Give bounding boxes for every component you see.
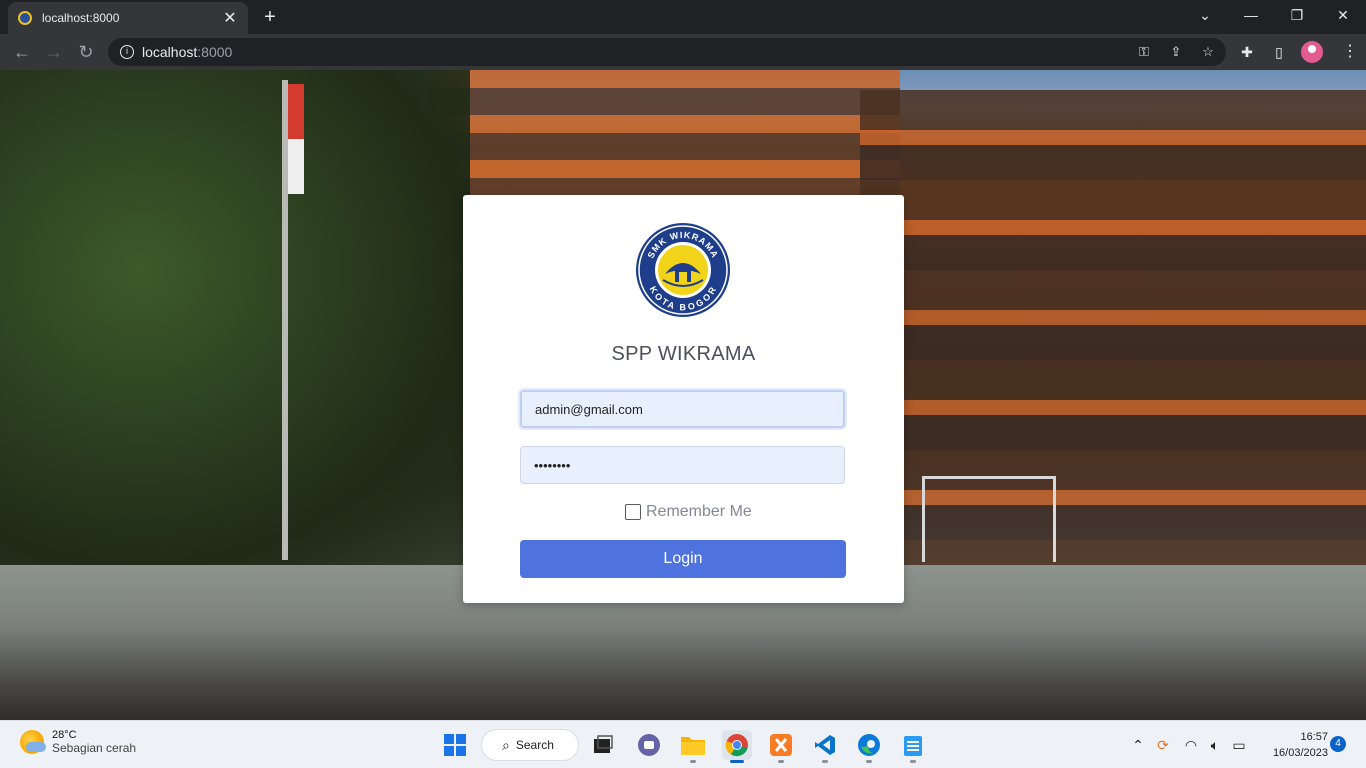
wifi-icon[interactable]: ◠ [1182, 735, 1200, 755]
edge-icon[interactable] [854, 730, 884, 760]
bookmark-star-icon[interactable]: ☆ [1200, 44, 1216, 60]
search-label: Search [515, 738, 554, 752]
vscode-icon[interactable] [810, 730, 840, 760]
running-indicator [910, 760, 916, 763]
notepad-icon[interactable] [898, 730, 928, 760]
restore-button[interactable]: ❐ [1274, 0, 1320, 30]
close-window-button[interactable]: ✕ [1320, 0, 1366, 30]
remember-me[interactable]: Remember Me [625, 503, 752, 521]
file-explorer-icon[interactable] [678, 730, 708, 760]
goal-post [922, 476, 1056, 562]
remember-me-checkbox[interactable] [625, 504, 641, 520]
password-field[interactable] [520, 446, 845, 484]
login-button[interactable]: Login [520, 540, 846, 578]
notification-badge[interactable]: 4 [1330, 736, 1346, 752]
running-indicator [822, 760, 828, 763]
site-info-icon[interactable]: i [120, 45, 134, 59]
weather-condition: Sebagian cerah [52, 741, 137, 755]
forward-icon[interactable]: → [42, 40, 66, 64]
email-field[interactable] [520, 390, 845, 428]
xampp-icon[interactable] [766, 730, 796, 760]
key-icon[interactable]: ⚿ [1136, 44, 1152, 60]
browser-tab-strip: localhost:8000 ✕ + ⌄ — ❐ ✕ [0, 0, 1366, 34]
clock-date: 16/03/2023 [1272, 747, 1328, 759]
close-tab-icon[interactable]: ✕ [222, 8, 238, 28]
weather-temperature: 28°C [52, 729, 77, 741]
show-hidden-icons-chevron-icon[interactable]: ⌃ [1130, 735, 1146, 755]
sync-icon[interactable]: ⟳ [1154, 735, 1172, 755]
tab-search-chevron-icon[interactable]: ⌄ [1182, 0, 1228, 30]
address-bar[interactable]: i localhost:8000 ⚿ ⇪ ☆ [108, 38, 1226, 66]
side-panel-icon[interactable]: ▯ [1269, 42, 1289, 62]
school-logo: SMK WIKRAMA KOTA BOGOR [636, 223, 730, 317]
taskbar: 28°C Sebagian cerah ⌕ Search ⌃ ⟳ ◠ 🔈︎ ▭ … [0, 720, 1366, 768]
weather-widget[interactable]: 28°C Sebagian cerah [20, 729, 136, 755]
browser-toolbar: ← → ↻ i localhost:8000 ⚿ ⇪ ☆ ✚ ▯ ⋮ [0, 34, 1366, 70]
reload-icon[interactable]: ↻ [74, 40, 98, 64]
partly-sunny-icon [20, 730, 46, 754]
running-indicator [690, 760, 696, 763]
browser-menu-icon[interactable]: ⋮ [1340, 42, 1360, 62]
background-building-top [430, 70, 900, 200]
taskbar-search[interactable]: ⌕ Search [481, 729, 579, 761]
back-icon[interactable]: ← [10, 40, 34, 64]
battery-icon[interactable]: ▭ [1230, 735, 1248, 755]
url-host: localhost [142, 44, 198, 60]
share-icon[interactable]: ⇪ [1168, 44, 1184, 60]
page-viewport: SMK WIKRAMA KOTA BOGOR SPP WIKRAMA Remem… [0, 70, 1366, 720]
running-indicator-active [730, 760, 744, 763]
windows-icon [444, 734, 466, 756]
browser-tab[interactable]: localhost:8000 ✕ [8, 2, 248, 34]
running-indicator [778, 760, 784, 763]
remember-me-label[interactable]: Remember Me [646, 503, 752, 521]
volume-icon[interactable]: 🔈︎ [1206, 735, 1224, 755]
start-button[interactable] [440, 730, 470, 760]
chrome-icon[interactable] [722, 730, 752, 760]
url-port: :8000 [197, 44, 233, 60]
extensions-icon[interactable]: ✚ [1237, 42, 1257, 62]
clock[interactable]: 16:57 16/03/2023 [1258, 729, 1328, 761]
running-indicator [866, 760, 872, 763]
task-view-icon[interactable] [588, 730, 618, 760]
search-icon: ⌕ [502, 736, 510, 753]
chat-icon[interactable] [634, 730, 664, 760]
new-tab-button[interactable]: + [258, 5, 282, 29]
login-card: SMK WIKRAMA KOTA BOGOR SPP WIKRAMA Remem… [463, 195, 904, 603]
flag [288, 84, 304, 194]
background-trees [0, 70, 470, 570]
profile-avatar[interactable] [1301, 41, 1323, 63]
clock-time: 16:57 [1300, 731, 1328, 743]
minimize-button[interactable]: — [1228, 0, 1274, 30]
tab-title: localhost:8000 [42, 11, 120, 25]
favicon-icon [18, 11, 32, 25]
page-title: SPP WIKRAMA [611, 343, 756, 365]
